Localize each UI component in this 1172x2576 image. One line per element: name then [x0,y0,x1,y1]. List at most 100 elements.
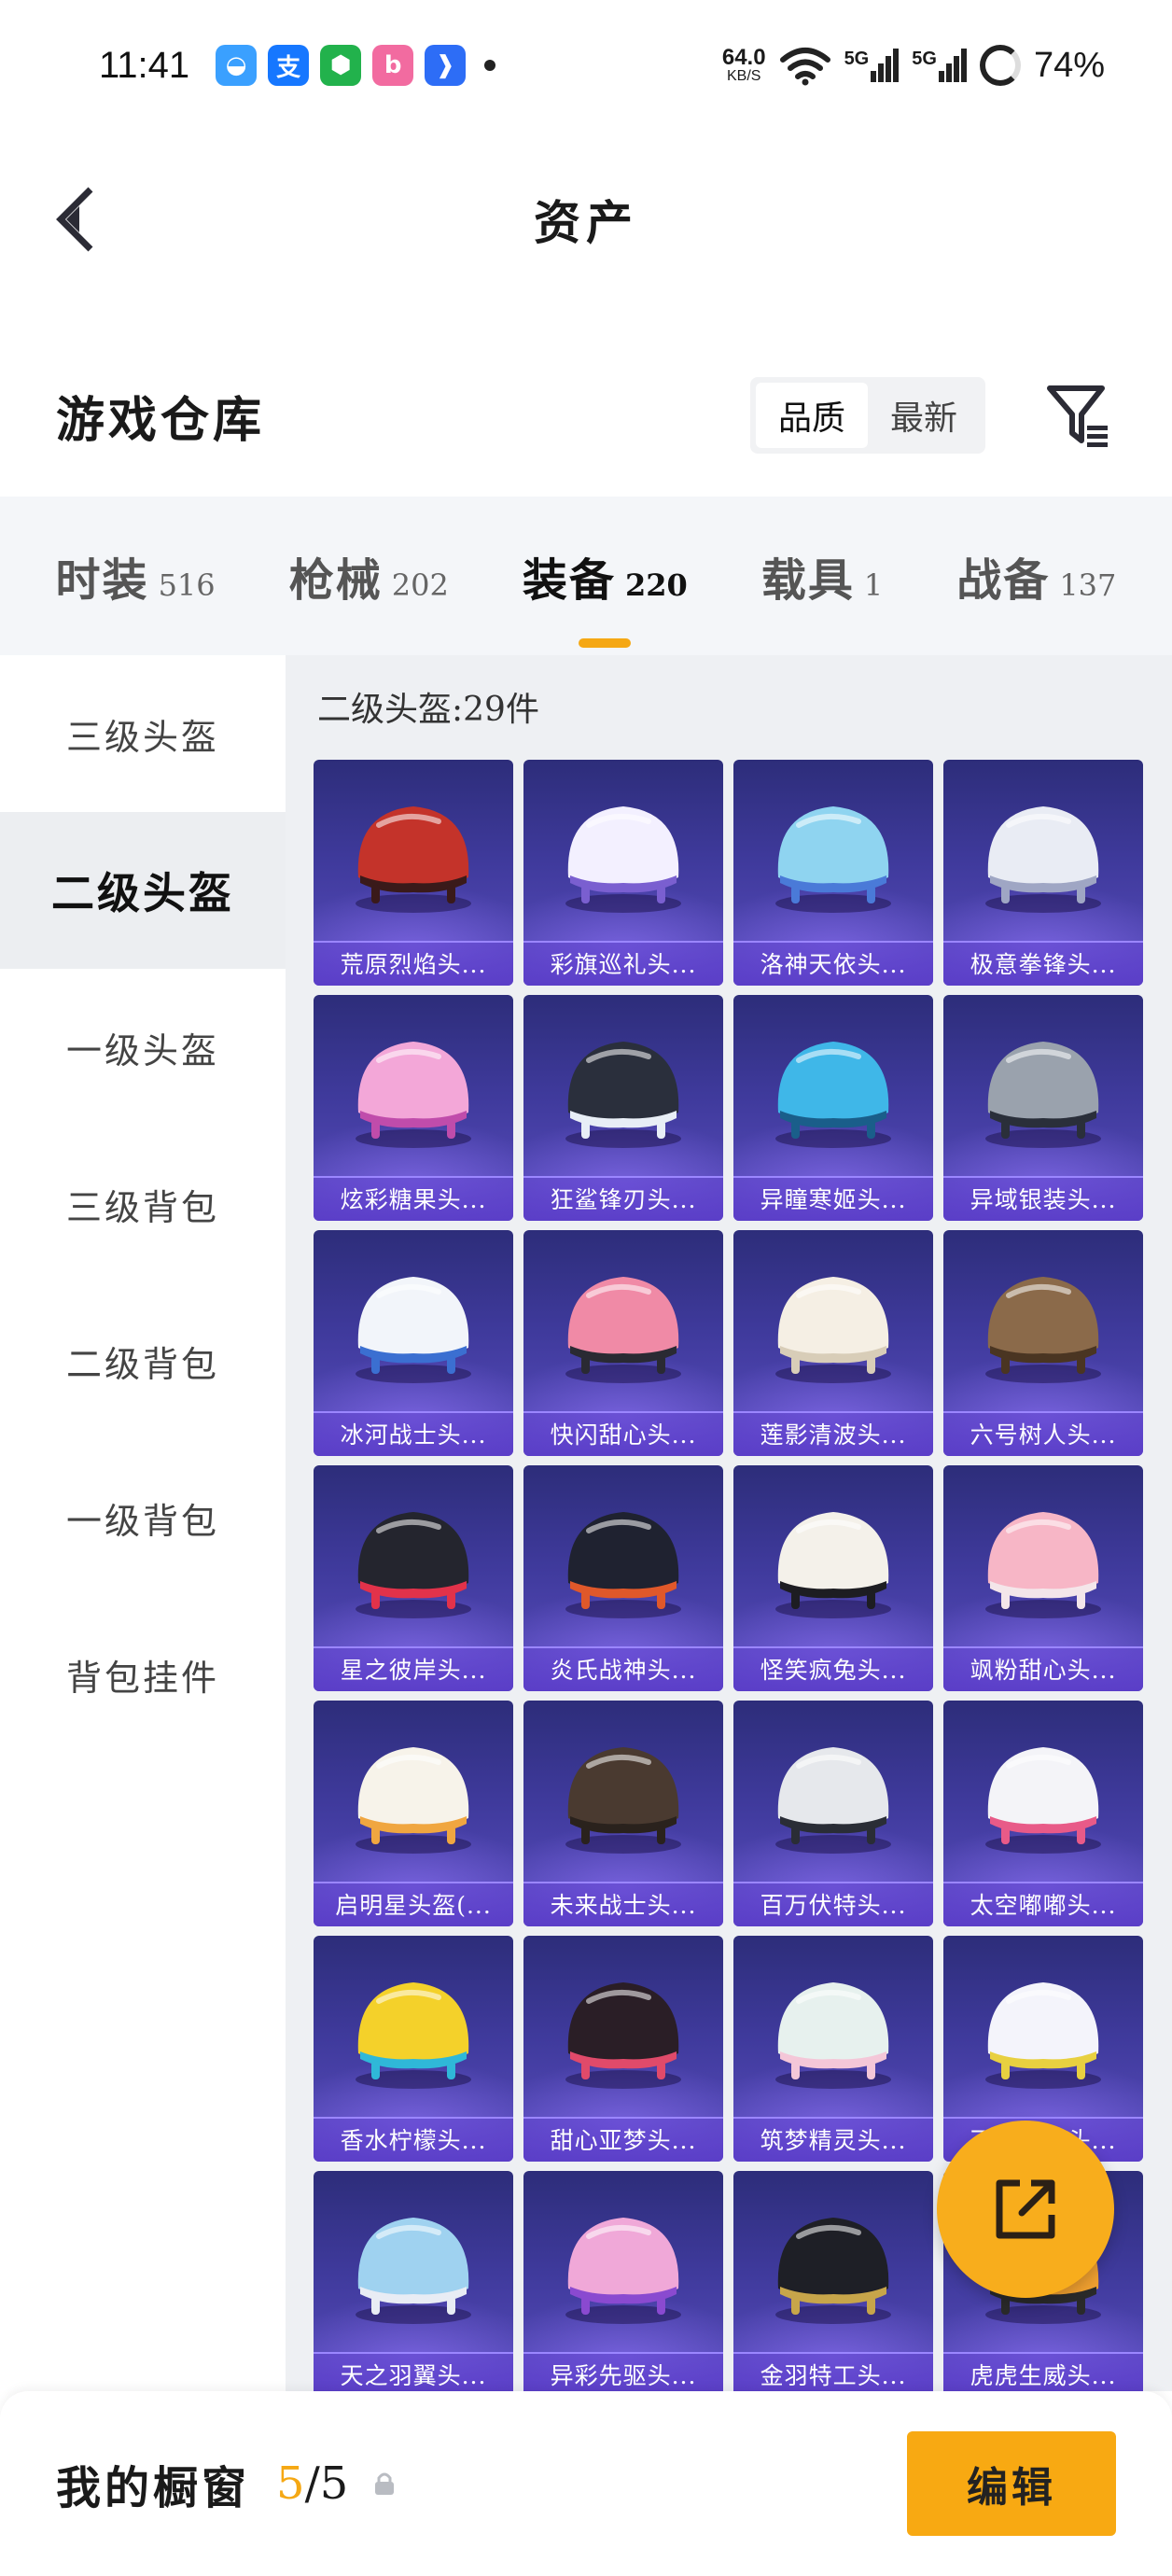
tab-4[interactable]: 战备 137 [956,543,1116,609]
helmet-icon [565,1277,681,1383]
item-card[interactable]: 天之羽翼头... [314,2171,513,2391]
item-card[interactable]: 炫彩糖果头... [314,995,513,1221]
item-card[interactable]: 百万伏特头... [733,1701,933,1926]
showcase-title: 我的橱窗 [56,2462,251,2514]
sidebar-item-5[interactable]: 一级背包 [0,1439,286,1596]
sidebar-item-1[interactable]: 二级头盔 [0,812,286,969]
helmet-icon [985,1042,1101,1148]
helmet-icon [985,1747,1101,1854]
item-card[interactable]: 六号树人头... [943,1230,1143,1456]
share-export-icon [996,2179,1055,2239]
sidebar-item-2[interactable]: 一级头盔 [0,969,286,1126]
helmet-icon [356,806,471,913]
cell-signal-1-icon: 5G [844,49,900,82]
item-card[interactable]: 筑梦精灵头... [733,1936,933,2162]
item-name: 六号树人头... [943,1411,1143,1456]
helmet-icon [985,1982,1101,2089]
item-name: 太空嘟嘟头... [943,1882,1143,1926]
helmet-icon [356,2218,471,2324]
item-card[interactable]: 荒原烈焰头... [314,760,513,986]
back-arrow-icon [56,187,93,252]
item-card[interactable]: 彩旗巡礼头... [523,760,723,986]
tab-3[interactable]: 载具 1 [761,543,883,609]
alipay-icon: 支 [268,45,310,86]
item-card[interactable]: 异域银装头... [943,995,1143,1221]
filter-button[interactable] [1041,378,1116,453]
item-name: 莲影清波头... [733,1411,933,1456]
helmet-icon [775,1042,891,1148]
item-card[interactable]: 异彩先驱头... [523,2171,723,2391]
status-bar: 11:41 ◒ 支 ⬢ b ❱ 64.0 KB/S 5G 5G 74% [0,0,1172,131]
tab-count: 137 [1059,567,1117,603]
item-name: 异彩先驱头... [523,2352,723,2391]
helmet-icon [356,1747,471,1854]
item-card[interactable]: 未来战士头... [523,1701,723,1926]
nav-header: 资产 [0,140,1172,299]
helmet-icon [985,806,1101,913]
helmet-icon [356,1277,471,1383]
item-name: 虎虎生威头... [943,2352,1143,2391]
helmet-icon [775,1747,891,1854]
item-card[interactable]: 金羽特工头... [733,2171,933,2391]
tab-label: 装备 [522,554,616,607]
helmet-icon [565,1042,681,1148]
item-name: 极意拳锋头... [943,941,1143,986]
item-name: 星之彼岸头... [314,1646,513,1691]
item-name: 甜心亚梦头... [523,2117,723,2162]
item-card[interactable]: 极意拳锋头... [943,760,1143,986]
status-time: 11:41 [99,44,190,86]
item-card[interactable]: 太空嘟嘟头... [943,1701,1143,1926]
bilibili-icon: b [372,45,414,86]
item-name: 洛神天依头... [733,941,933,986]
item-card[interactable]: 飒粉甜心头... [943,1465,1143,1691]
item-card[interactable]: 甜心亚梦头... [523,1936,723,2162]
item-name: 荒原烈焰头... [314,941,513,986]
item-name: 炫彩糖果头... [314,1176,513,1221]
more-notifications-icon [484,60,496,71]
lock-icon [375,2472,395,2495]
sidebar-item-6[interactable]: 背包挂件 [0,1596,286,1753]
item-name: 金羽特工头... [733,2352,933,2391]
item-card[interactable]: 香水柠檬头... [314,1936,513,2162]
showcase-bar: 我的橱窗 5/5 编辑 [0,2391,1172,2576]
sidebar-item-0[interactable]: 三级头盔 [0,655,286,812]
item-card[interactable]: 洛神天依头... [733,760,933,986]
helmet-icon [565,1512,681,1618]
item-card[interactable]: 怪笑疯兔头... [733,1465,933,1691]
sort-newest-option[interactable]: 最新 [868,383,980,448]
wifi-icon [779,48,830,86]
tab-label: 时装 [55,554,149,607]
item-name: 异域银装头... [943,1176,1143,1221]
helmet-icon [565,1747,681,1854]
item-card[interactable]: 冰河战士头... [314,1230,513,1456]
feishu-icon: ❱ [425,45,467,86]
sort-quality-option[interactable]: 品质 [756,383,868,448]
item-card[interactable]: 莲影清波头... [733,1230,933,1456]
item-card[interactable]: 启明星头盔(... [314,1701,513,1926]
back-button[interactable] [47,182,103,257]
helmet-icon [775,1982,891,2089]
sidebar-item-3[interactable]: 三级背包 [0,1126,286,1282]
active-tab-indicator [579,638,632,648]
item-name: 百万伏特头... [733,1882,933,1926]
edit-button[interactable]: 编辑 [907,2431,1116,2536]
helmet-icon [985,1277,1101,1383]
item-card[interactable]: 狂鲨锋刃头... [523,995,723,1221]
tab-2[interactable]: 装备 220 [522,543,688,648]
qq-browser-icon: ◒ [216,45,258,86]
tab-1[interactable]: 枪械 202 [289,543,449,609]
tab-0[interactable]: 时装 516 [56,543,216,609]
item-card[interactable]: 快闪甜心头... [523,1230,723,1456]
sidebar-item-4[interactable]: 二级背包 [0,1282,286,1439]
share-button[interactable] [937,2121,1114,2298]
helmet-icon [356,1982,471,2089]
item-name: 飒粉甜心头... [943,1646,1143,1691]
warehouse-title: 游戏仓库 [56,391,266,449]
item-name: 快闪甜心头... [523,1411,723,1456]
item-card[interactable]: 炎氏战神头... [523,1465,723,1691]
tab-count: 202 [391,567,449,603]
cell-signal-2-icon: 5G [912,49,967,82]
item-card[interactable]: 星之彼岸头... [314,1465,513,1691]
item-card[interactable]: 异瞳寒姬头... [733,995,933,1221]
tab-count: 516 [158,567,216,603]
